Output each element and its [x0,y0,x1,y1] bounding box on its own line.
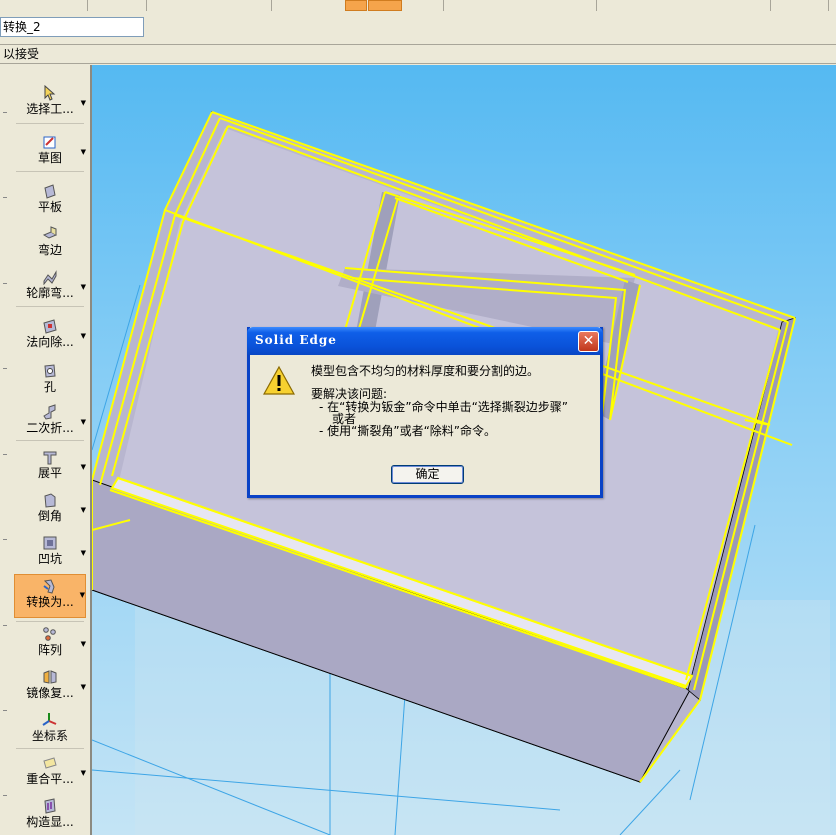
jog-button[interactable]: 二次折... ▼ [14,404,86,435]
gutter-tick [3,368,7,369]
chevron-down-icon[interactable]: ▼ [81,506,86,514]
chamfer-button[interactable]: 倒角 ▼ [14,492,86,523]
unbend-icon [42,449,58,465]
dimple-button[interactable]: 凹坑 ▼ [14,535,86,566]
construction-display-icon [42,798,58,814]
ribbon-separator [16,440,84,441]
normal-cutout-button[interactable]: 法向除... ▼ [14,318,86,349]
toolbar-separator [443,0,444,11]
feature-ribbon: 选择工... ▼ 草图 ▼ 平板 弯边 轮廓弯... ▼ 法向除... ▼ 孔 … [10,65,90,835]
chevron-down-icon[interactable]: ▼ [81,283,86,291]
ribbon-separator [16,621,84,622]
coincident-plane-button[interactable]: 重合平... ▼ [14,755,86,786]
chevron-down-icon[interactable]: ▼ [80,591,85,599]
jog-icon [42,404,58,420]
pattern-icon [42,626,58,642]
chevron-down-icon[interactable]: ▼ [81,549,86,557]
close-button[interactable]: ✕ [578,331,599,352]
flange-icon [42,226,58,242]
gutter-tick [3,197,7,198]
ribbon-separator [16,306,84,307]
chevron-down-icon[interactable]: ▼ [81,99,86,107]
feature-name-field[interactable]: 转换_2 [0,17,144,37]
dialog-message: 模型包含不均匀的材料厚度和要分割的边。 [311,364,540,378]
hole-button[interactable]: 孔 [14,363,86,394]
sketch-button[interactable]: 草图 ▼ [14,134,86,165]
gutter-tick [3,283,7,284]
gutter-tick [3,710,7,711]
toolbar-separator [828,0,829,11]
dimple-icon [42,535,58,551]
ribbon-separator [16,748,84,749]
contour-flange-icon [42,269,58,286]
construction-display-button[interactable]: 构造显... [14,798,86,829]
prompt-bar: 以接受 [0,45,836,64]
dialog-step-2: - 使用“撕裂角”或者“除料”命令。 [319,424,497,438]
unbend-button[interactable]: 展平 ▼ [14,449,86,480]
close-icon: ✕ [582,333,595,349]
chamfer-icon [42,492,58,508]
select-tool-button[interactable]: 选择工... ▼ [14,84,86,116]
plate-icon [42,183,58,199]
convert-button[interactable]: 转换为... ▼ [14,574,86,618]
dialog-titlebar[interactable]: Solid Edge ✕ [247,327,603,355]
toolbar-separator [146,0,147,11]
coordinate-system-icon [42,712,58,728]
dialog-step-1: - 在“转换为钣金”命令中单击“选择撕裂边步骤” [319,400,569,414]
gutter-tick [3,625,7,626]
chevron-down-icon[interactable]: ▼ [81,769,86,777]
hole-icon [42,363,58,379]
toolbar-separator [596,0,597,11]
chevron-down-icon[interactable]: ▼ [81,418,86,426]
mirror-copy-icon [42,669,58,685]
toolbar-separator [87,0,88,11]
ribbon-separator [16,123,84,124]
select-arrow-icon [42,84,58,101]
chevron-down-icon[interactable]: ▼ [81,463,86,471]
toolbar-separator [770,0,771,11]
gutter-tick [3,112,7,113]
chevron-down-icon[interactable]: ▼ [81,640,86,648]
toolbar-separator [271,0,272,11]
flange-button[interactable]: 弯边 [14,226,86,257]
chevron-down-icon[interactable]: ▼ [81,683,86,691]
toolbar-active-button[interactable] [368,0,402,11]
convert-icon [42,578,58,594]
coincident-plane-icon [42,755,58,771]
plate-button[interactable]: 平板 [14,183,86,214]
chevron-down-icon[interactable]: ▼ [81,148,86,156]
chevron-down-icon[interactable]: ▼ [81,332,86,340]
sketch-icon [42,134,58,150]
ok-button[interactable]: 确定 [391,465,464,484]
normal-cutout-icon [42,318,58,334]
gutter-tick [3,539,7,540]
ribbon-separator [16,171,84,172]
coordinate-system-button[interactable]: 坐标系 [14,712,86,743]
dialog-title: Solid Edge [255,333,337,347]
warning-icon [262,365,296,397]
mirror-copy-button[interactable]: 镜像复... ▼ [14,669,86,700]
error-dialog: Solid Edge ✕ 模型包含不均匀的材料厚度和要分割的边。 要解决该问题:… [247,327,603,498]
left-gutter [0,65,10,835]
pattern-button[interactable]: 阵列 ▼ [14,626,86,657]
contour-flange-button[interactable]: 轮廓弯... ▼ [14,269,86,300]
toolbar-active-button[interactable] [345,0,367,11]
gutter-tick [3,795,7,796]
gutter-tick [3,454,7,455]
